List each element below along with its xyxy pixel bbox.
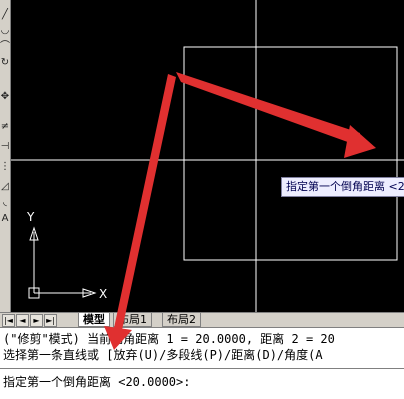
text-icon[interactable]: A	[0, 212, 10, 226]
command-line[interactable]: 指定第一个倒角距离 <20.0000>:	[0, 368, 404, 399]
command-prompt-text: 指定第一个倒角距离 <20.0000>:	[3, 375, 191, 389]
prev-tab-button[interactable]: ◄	[16, 314, 29, 327]
command-history: ("修剪"模式) 当前倒角距离 1 = 20.0000, 距离 2 = 20 选…	[0, 327, 404, 368]
fillet-icon[interactable]: ◟	[0, 196, 10, 210]
trim-icon[interactable]: ≠	[0, 120, 10, 134]
drawing-area: Y X	[11, 0, 404, 312]
ucs-icon	[28, 226, 97, 299]
last-tab-button[interactable]: ►|	[44, 314, 57, 327]
rectangle[interactable]	[183, 46, 398, 261]
extend-icon[interactable]: ⊣	[0, 140, 10, 154]
chamfer-icon[interactable]: ◿	[0, 180, 10, 194]
move-icon[interactable]: ✥	[0, 90, 10, 104]
layout-tab-bar: |◄ ◄ ► ►| 模型 布局1 布局2	[0, 312, 404, 327]
arc-icon[interactable]: ⌒	[0, 40, 10, 54]
next-tab-button[interactable]: ►	[30, 314, 43, 327]
tab-layout2[interactable]: 布局2	[162, 313, 201, 327]
drawing-canvas[interactable]: Y X 指定第一个倒角距离 <20	[11, 0, 404, 312]
tab-layout1[interactable]: 布局1	[113, 313, 152, 327]
first-tab-button[interactable]: |◄	[2, 314, 15, 327]
ucs-y-label: Y	[26, 210, 35, 224]
ucs-x-label: X	[99, 287, 107, 301]
tab-model[interactable]: 模型	[78, 313, 110, 327]
command-history-line: ("修剪"模式) 当前倒角距离 1 = 20.0000, 距离 2 = 20	[3, 332, 335, 346]
command-history-line: 选择第一条直线或 [放弃(U)/多段线(P)/距离(D)/角度(A	[3, 348, 323, 362]
polyline-icon[interactable]: ◡	[0, 24, 10, 38]
modify-toolbar: ╱ ◡ ⌒ ↻ ✥ ≠ ⊣ ⋮ ◿ ◟ A	[0, 0, 11, 312]
dynamic-input-tooltip: 指定第一个倒角距离 <20	[281, 177, 404, 197]
rotate-icon[interactable]: ↻	[0, 56, 10, 70]
break-icon[interactable]: ⋮	[0, 160, 10, 174]
line-icon[interactable]: ╱	[0, 8, 10, 22]
